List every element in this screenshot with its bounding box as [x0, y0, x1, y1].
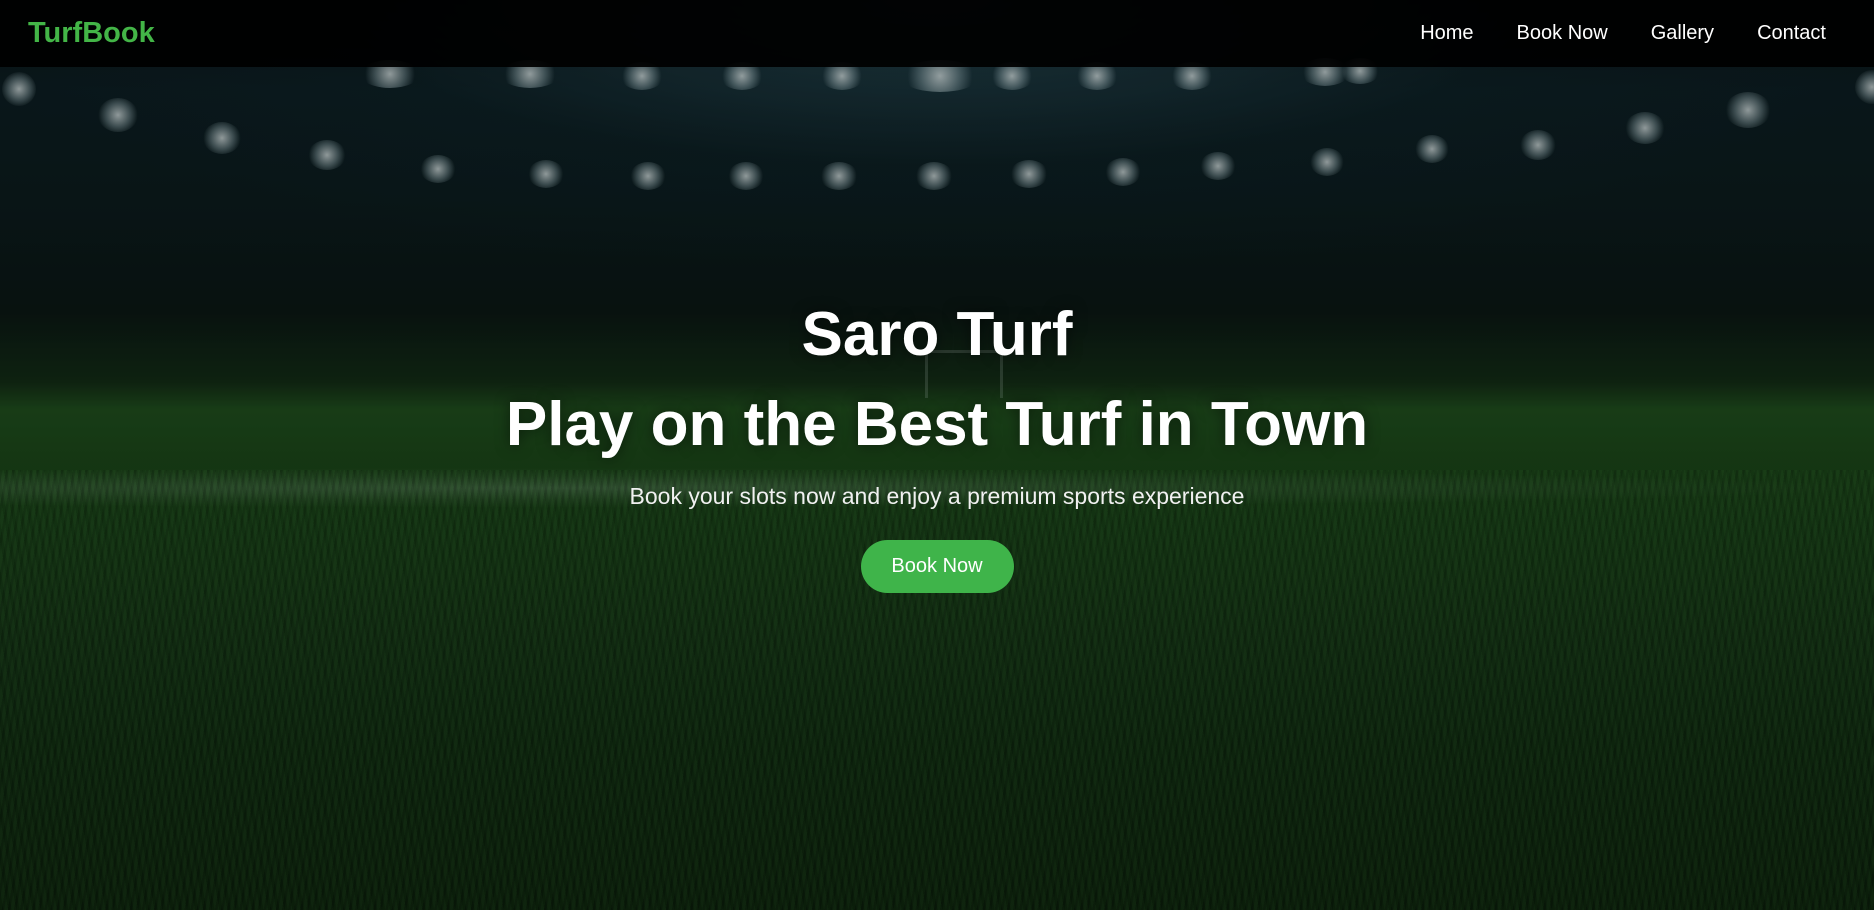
nav-link-book-now[interactable]: Book Now: [1517, 22, 1608, 45]
navbar: TurfBook Home Book Now Gallery Contact: [0, 0, 1874, 67]
hero-subtitle: Play on the Best Turf in Town: [505, 390, 1369, 460]
hero-tagline: Book your slots now and enjoy a premium …: [629, 482, 1245, 509]
book-now-button[interactable]: Book Now: [860, 539, 1014, 593]
nav-link-gallery[interactable]: Gallery: [1651, 22, 1714, 45]
hero-title: Saro Turf: [801, 300, 1073, 369]
nav-links: Home Book Now Gallery Contact: [1420, 22, 1826, 45]
page: TurfBook Home Book Now Gallery Contact S…: [0, 0, 1874, 910]
brand-logo[interactable]: TurfBook: [28, 17, 155, 50]
nav-link-home[interactable]: Home: [1420, 22, 1473, 45]
hero-section: Saro Turf Play on the Best Turf in Town …: [0, 298, 1874, 593]
nav-link-contact[interactable]: Contact: [1757, 22, 1826, 45]
